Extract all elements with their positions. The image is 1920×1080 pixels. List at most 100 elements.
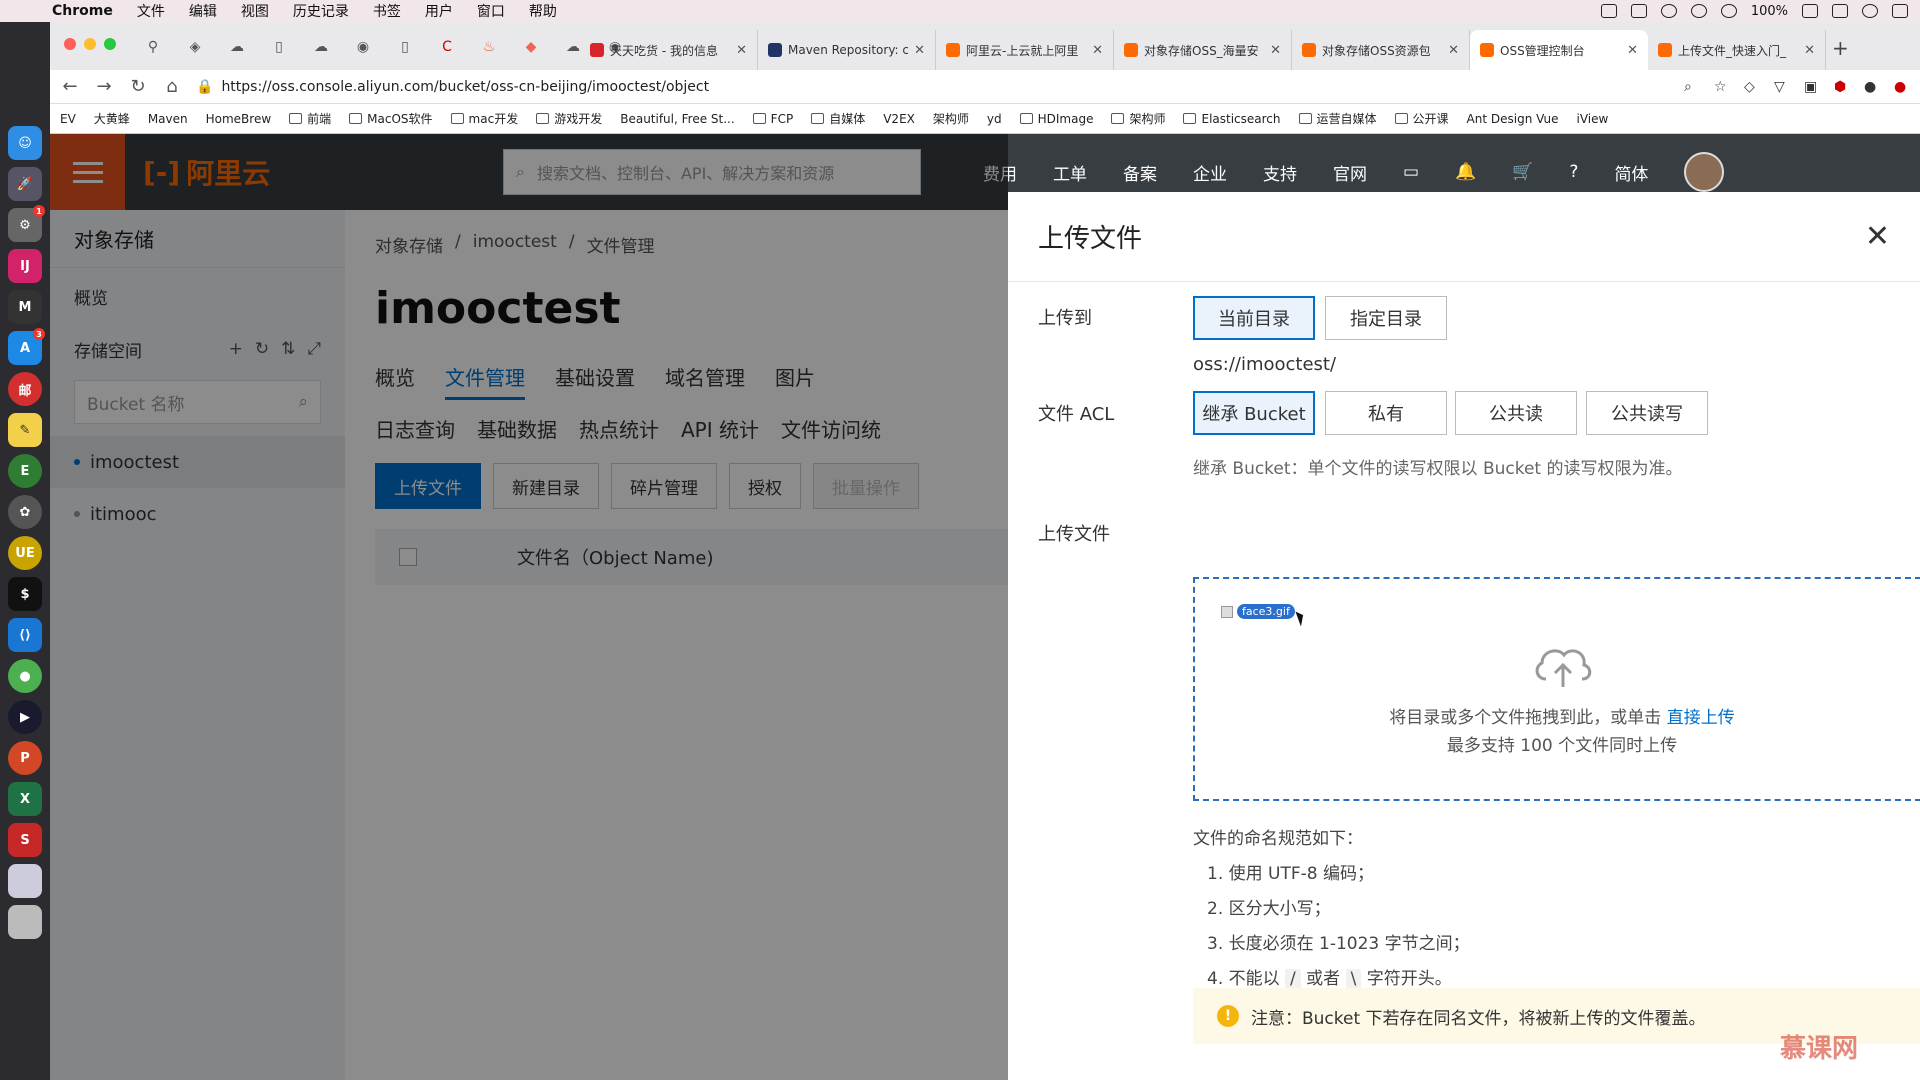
bookmark-folder[interactable]: 游戏开发 — [536, 110, 602, 127]
notes-icon[interactable]: ✎ — [8, 413, 42, 447]
bookmark-folder[interactable]: MacOS软件 — [349, 110, 433, 127]
tab-close-icon[interactable]: ✕ — [1448, 43, 1459, 58]
specified-directory-button[interactable]: 指定目录 — [1325, 296, 1447, 340]
tab-item[interactable]: 阿里云-上云就上阿里 ✕ — [936, 30, 1114, 70]
new-tab-button[interactable]: + — [1832, 36, 1849, 60]
tab-close-icon[interactable]: ✕ — [1804, 43, 1815, 58]
bell-icon[interactable]: 🔔 — [1455, 162, 1476, 182]
menu-file[interactable]: 文件 — [125, 1, 177, 21]
pinned-tab-github-icon[interactable]: ◉ — [344, 34, 382, 60]
profile-icon[interactable]: ● — [1864, 79, 1880, 95]
screen-recorder-icon[interactable]: S — [8, 823, 42, 857]
terminal-m-icon[interactable]: M — [8, 290, 42, 324]
adblock-icon[interactable]: ⬢ — [1834, 79, 1850, 95]
zoom-window-button[interactable] — [104, 38, 116, 50]
bookmark-star-icon[interactable]: ☆ — [1714, 79, 1730, 95]
menu-help[interactable]: 帮助 — [517, 1, 569, 21]
pinned-tab-cloud-icon[interactable]: ☁ — [302, 34, 340, 60]
document-icon[interactable] — [8, 864, 42, 898]
chrome-dock-icon[interactable]: ● — [8, 659, 42, 693]
bookmark-item[interactable]: HomeBrew — [206, 112, 272, 126]
pinned-tab-fire-icon[interactable]: ♨ — [470, 34, 508, 60]
intellij-icon[interactable]: IJ — [8, 249, 42, 283]
bookmark-item[interactable]: Ant Design Vue — [1467, 112, 1559, 126]
status-grid-icon[interactable] — [1600, 4, 1617, 18]
terminal-icon[interactable]: $ — [8, 577, 42, 611]
tab-item-active[interactable]: OSS管理控制台 ✕ — [1470, 30, 1648, 70]
input-method-icon[interactable] — [1832, 4, 1848, 18]
ultraedit-icon[interactable]: UE — [8, 536, 42, 570]
minimize-window-button[interactable] — [84, 38, 96, 50]
bookmark-item[interactable]: yd — [987, 112, 1002, 126]
tab-close-icon[interactable]: ✕ — [1270, 43, 1281, 58]
current-directory-button[interactable]: 当前目录 — [1193, 296, 1315, 340]
launchpad-icon[interactable]: 🚀 — [8, 167, 42, 201]
bookmark-item[interactable]: 大黄蜂 — [94, 110, 130, 127]
mail-app-icon[interactable]: 邮 — [8, 372, 42, 406]
nav-link-icp[interactable]: 备案 — [1123, 160, 1157, 185]
menu-view[interactable]: 视图 — [229, 1, 281, 21]
video-player-icon[interactable]: ▶ — [8, 700, 42, 734]
url-field[interactable]: 🔒 https://oss.console.aliyun.com/bucket/… — [196, 72, 1670, 101]
file-drop-zone[interactable]: face3.gif 将目录或多个文件拖拽到此，或单击 直接上传 最多支持 100… — [1193, 577, 1920, 801]
back-button[interactable]: ← — [60, 76, 80, 97]
bookmark-folder[interactable]: 架构师 — [1111, 110, 1165, 127]
extension-vue-icon[interactable]: ▽ — [1774, 79, 1790, 95]
close-window-button[interactable] — [64, 38, 76, 50]
nav-link-ticket[interactable]: 工单 — [1053, 160, 1087, 185]
bookmark-item[interactable]: iView — [1577, 112, 1609, 126]
bookmark-item[interactable]: EV — [60, 112, 76, 126]
bookmark-item[interactable]: V2EX — [883, 112, 915, 126]
photo-app-icon[interactable]: ✿ — [8, 495, 42, 529]
cart-icon[interactable]: 🛒 — [1512, 162, 1533, 182]
extension-shield-icon[interactable]: ◇ — [1744, 79, 1760, 95]
bookmark-folder[interactable]: 自媒体 — [811, 110, 865, 127]
tab-close-icon[interactable]: ✕ — [1627, 43, 1638, 58]
bookmark-folder[interactable]: mac开发 — [450, 110, 518, 127]
trash-icon[interactable] — [8, 905, 42, 939]
bookmark-folder[interactable]: HDImage — [1019, 112, 1093, 126]
menu-app-name[interactable]: Chrome — [40, 3, 125, 19]
tab-item[interactable]: 天天吃货 - 我的信息 ✕ — [580, 30, 758, 70]
acl-public-read-write-button[interactable]: 公共读写 — [1586, 391, 1708, 435]
vscode-icon[interactable]: ⟨⟩ — [8, 618, 42, 652]
app-store-icon[interactable]: A3 — [8, 328, 45, 365]
tab-close-icon[interactable]: ✕ — [1092, 43, 1103, 58]
menu-bookmarks[interactable]: 书签 — [361, 1, 413, 21]
bookmark-folder[interactable]: FCP — [752, 112, 793, 126]
tab-item[interactable]: 对象存储OSS_海量安 ✕ — [1114, 30, 1292, 70]
help-icon[interactable]: ? — [1569, 162, 1578, 182]
tab-close-icon[interactable]: ✕ — [736, 43, 747, 58]
bookmark-item[interactable]: Maven — [148, 112, 188, 126]
zoom-icon[interactable]: ⌕ — [1684, 79, 1700, 95]
menu-people[interactable]: 用户 — [413, 1, 465, 21]
finder-icon[interactable]: ☺ — [8, 126, 42, 160]
home-button[interactable]: ⌂ — [162, 76, 182, 97]
pinned-tab-gitlab-icon[interactable]: ◆ — [512, 34, 550, 60]
bookmark-folder[interactable]: 前端 — [289, 110, 331, 127]
direct-upload-link[interactable]: 直接上传 — [1667, 708, 1735, 728]
bookmark-item[interactable]: Beautiful, Free St... — [620, 112, 734, 126]
bookmark-folder[interactable]: Elasticsearch — [1183, 112, 1281, 126]
evernote-icon[interactable]: E — [8, 454, 42, 488]
pinned-tab-c-icon[interactable]: C — [428, 34, 466, 60]
extension-icon[interactable]: ▣ — [1804, 79, 1820, 95]
status-screen-icon[interactable] — [1630, 4, 1647, 18]
nav-link-enterprise[interactable]: 企业 — [1193, 160, 1227, 185]
volume-icon[interactable] — [1690, 4, 1707, 18]
bookmark-folder[interactable]: 公开课 — [1394, 110, 1449, 127]
nav-link-support[interactable]: 支持 — [1263, 160, 1297, 185]
acl-private-button[interactable]: 私有 — [1325, 391, 1447, 435]
tab-item[interactable]: 上传文件_快速入门_ ✕ — [1648, 30, 1826, 70]
nav-link-official[interactable]: 官网 — [1333, 160, 1367, 185]
tab-item[interactable]: 对象存储OSS资源包 ✕ — [1292, 30, 1470, 70]
wifi-icon[interactable] — [1720, 4, 1737, 18]
extension-red-icon[interactable]: ● — [1894, 79, 1910, 95]
bookmark-item[interactable]: 架构师 — [933, 110, 969, 127]
search-icon[interactable] — [1862, 4, 1878, 18]
close-icon[interactable]: ✕ — [1865, 219, 1890, 254]
clock-icon[interactable] — [1660, 4, 1677, 18]
pinned-tab-icon[interactable]: ◈ — [176, 34, 214, 60]
pinned-tab-doc-icon[interactable]: ▯ — [386, 34, 424, 60]
terminal-icon[interactable]: ▭ — [1403, 162, 1419, 182]
